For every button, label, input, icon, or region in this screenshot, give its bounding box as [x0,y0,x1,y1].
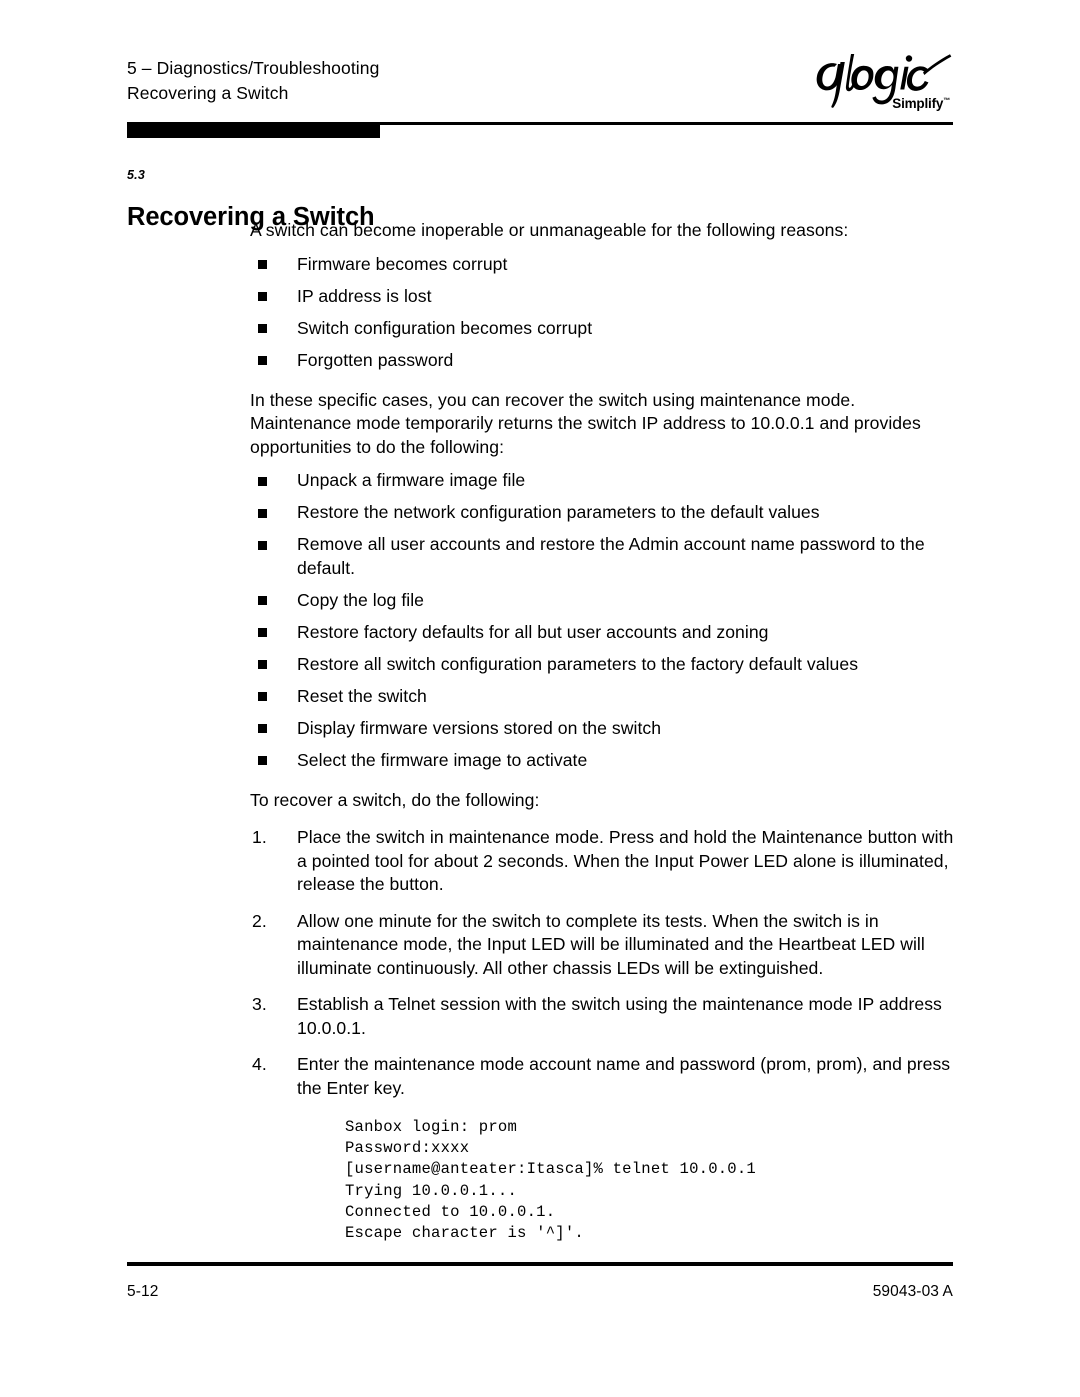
square-bullet-icon [258,540,267,550]
footer-rule [127,1262,953,1266]
document-body: A switch can become inoperable or unmana… [250,219,962,1244]
list-item-label: Select the firmware image to activate [297,749,588,770]
terminal-example: Sanbox login: prom Password:xxxx [userna… [250,1113,962,1244]
square-bullet-icon [258,628,267,637]
list-item: Restore all switch configuration paramet… [250,653,962,677]
step-item: 2. Allow one minute for the switch to co… [250,910,962,981]
step-item: 4. Enter the maintenance mode account na… [250,1053,962,1100]
intro-paragraph: A switch can become inoperable or unmana… [250,220,849,240]
square-bullet-icon [258,692,267,701]
list-item-label: Unpack a firmware image file [297,470,526,490]
list-item: Switch configuration becomes corrupt [250,317,962,341]
square-bullet-icon [258,324,267,333]
list-item: Select the firmware image to activate [250,749,962,773]
document-number: 59043-03 A [872,1283,953,1300]
list-item-label: Restore all switch configuration paramet… [297,653,859,674]
maintenance-paragraph: In these specific cases, you can recover… [250,389,921,457]
step-item: 1. Place the switch in maintenance mode.… [250,826,962,897]
list-item: Unpack a firmware image file [250,469,962,493]
list-item-label: Copy the log file [297,589,425,610]
list-item-label: Restore factory defaults for all but use… [297,621,769,642]
step-text: Allow one minute for the switch to compl… [297,910,925,978]
procedure-intro-paragraph: To recover a switch, do the following: [250,789,540,810]
step-number: 2. [252,910,267,931]
square-bullet-icon [258,356,267,365]
square-bullet-icon [258,508,267,518]
list-item-label: Reset the switch [297,685,427,706]
step-item: 3. Establish a Telnet session with the s… [250,993,962,1040]
square-bullet-icon [258,260,267,269]
step-number: 1. [252,827,267,847]
step-text: Place the switch in maintenance mode. Pr… [297,827,954,894]
list-item: Display firmware versions stored on the … [250,717,962,741]
list-item-label: Forgotten password [297,349,454,370]
logo-tagline: Simplify™ [892,96,950,111]
list-item-label: Display firmware versions stored on the … [297,717,662,738]
square-bullet-icon [258,596,267,605]
square-bullet-icon [258,476,267,486]
list-item: Firmware becomes corrupt [250,253,962,277]
list-item-label: Remove all user accounts and restore the… [297,534,925,578]
list-item-label: Firmware becomes corrupt [297,253,508,274]
list-item-label: Switch configuration becomes corrupt [297,317,593,338]
step-text: Enter the maintenance mode account name … [297,1054,951,1098]
document-page: 5 – Diagnostics/Troubleshooting Recoveri… [0,0,1080,1397]
list-item: Reset the switch [250,685,962,709]
list-item: Restore the network configuration parame… [250,501,962,525]
square-bullet-icon [258,756,267,765]
list-item: Forgotten password [250,349,962,373]
trademark-icon: ™ [943,97,950,105]
list-item-label: Restore the network configuration parame… [297,502,820,522]
step-number: 3. [252,994,267,1014]
step-number: 4. [252,1054,267,1074]
terminal-output: Sanbox login: prom Password:xxxx [userna… [345,1118,756,1243]
procedure-steps-list: 1. Place the switch in maintenance mode.… [250,826,962,1100]
running-head-chapter: 5 – Diagnostics/Troubleshooting [127,58,380,78]
list-item: Restore factory defaults for all but use… [250,621,962,645]
running-head-section: Recovering a Switch [127,83,289,103]
square-bullet-icon [258,660,267,669]
section-number: 5.3 [127,168,145,182]
page-number: 5-12 [127,1283,159,1300]
header-accent-block [127,125,380,138]
square-bullet-icon [258,292,267,301]
list-item: Copy the log file [250,589,962,613]
running-head: 5 – Diagnostics/Troubleshooting Recoveri… [127,56,379,106]
list-item: Remove all user accounts and restore the… [250,533,962,580]
qlogic-logo: Simplify™ [793,48,953,122]
list-item: IP address is lost [250,285,962,309]
logo-tagline-text: Simplify [892,96,944,111]
square-bullet-icon [258,724,267,733]
opportunities-list: Unpack a firmware image file Restore the… [250,469,962,772]
reasons-list: Firmware becomes corrupt IP address is l… [250,253,962,373]
list-item-label: IP address is lost [297,285,432,306]
step-text: Establish a Telnet session with the swit… [297,994,942,1038]
